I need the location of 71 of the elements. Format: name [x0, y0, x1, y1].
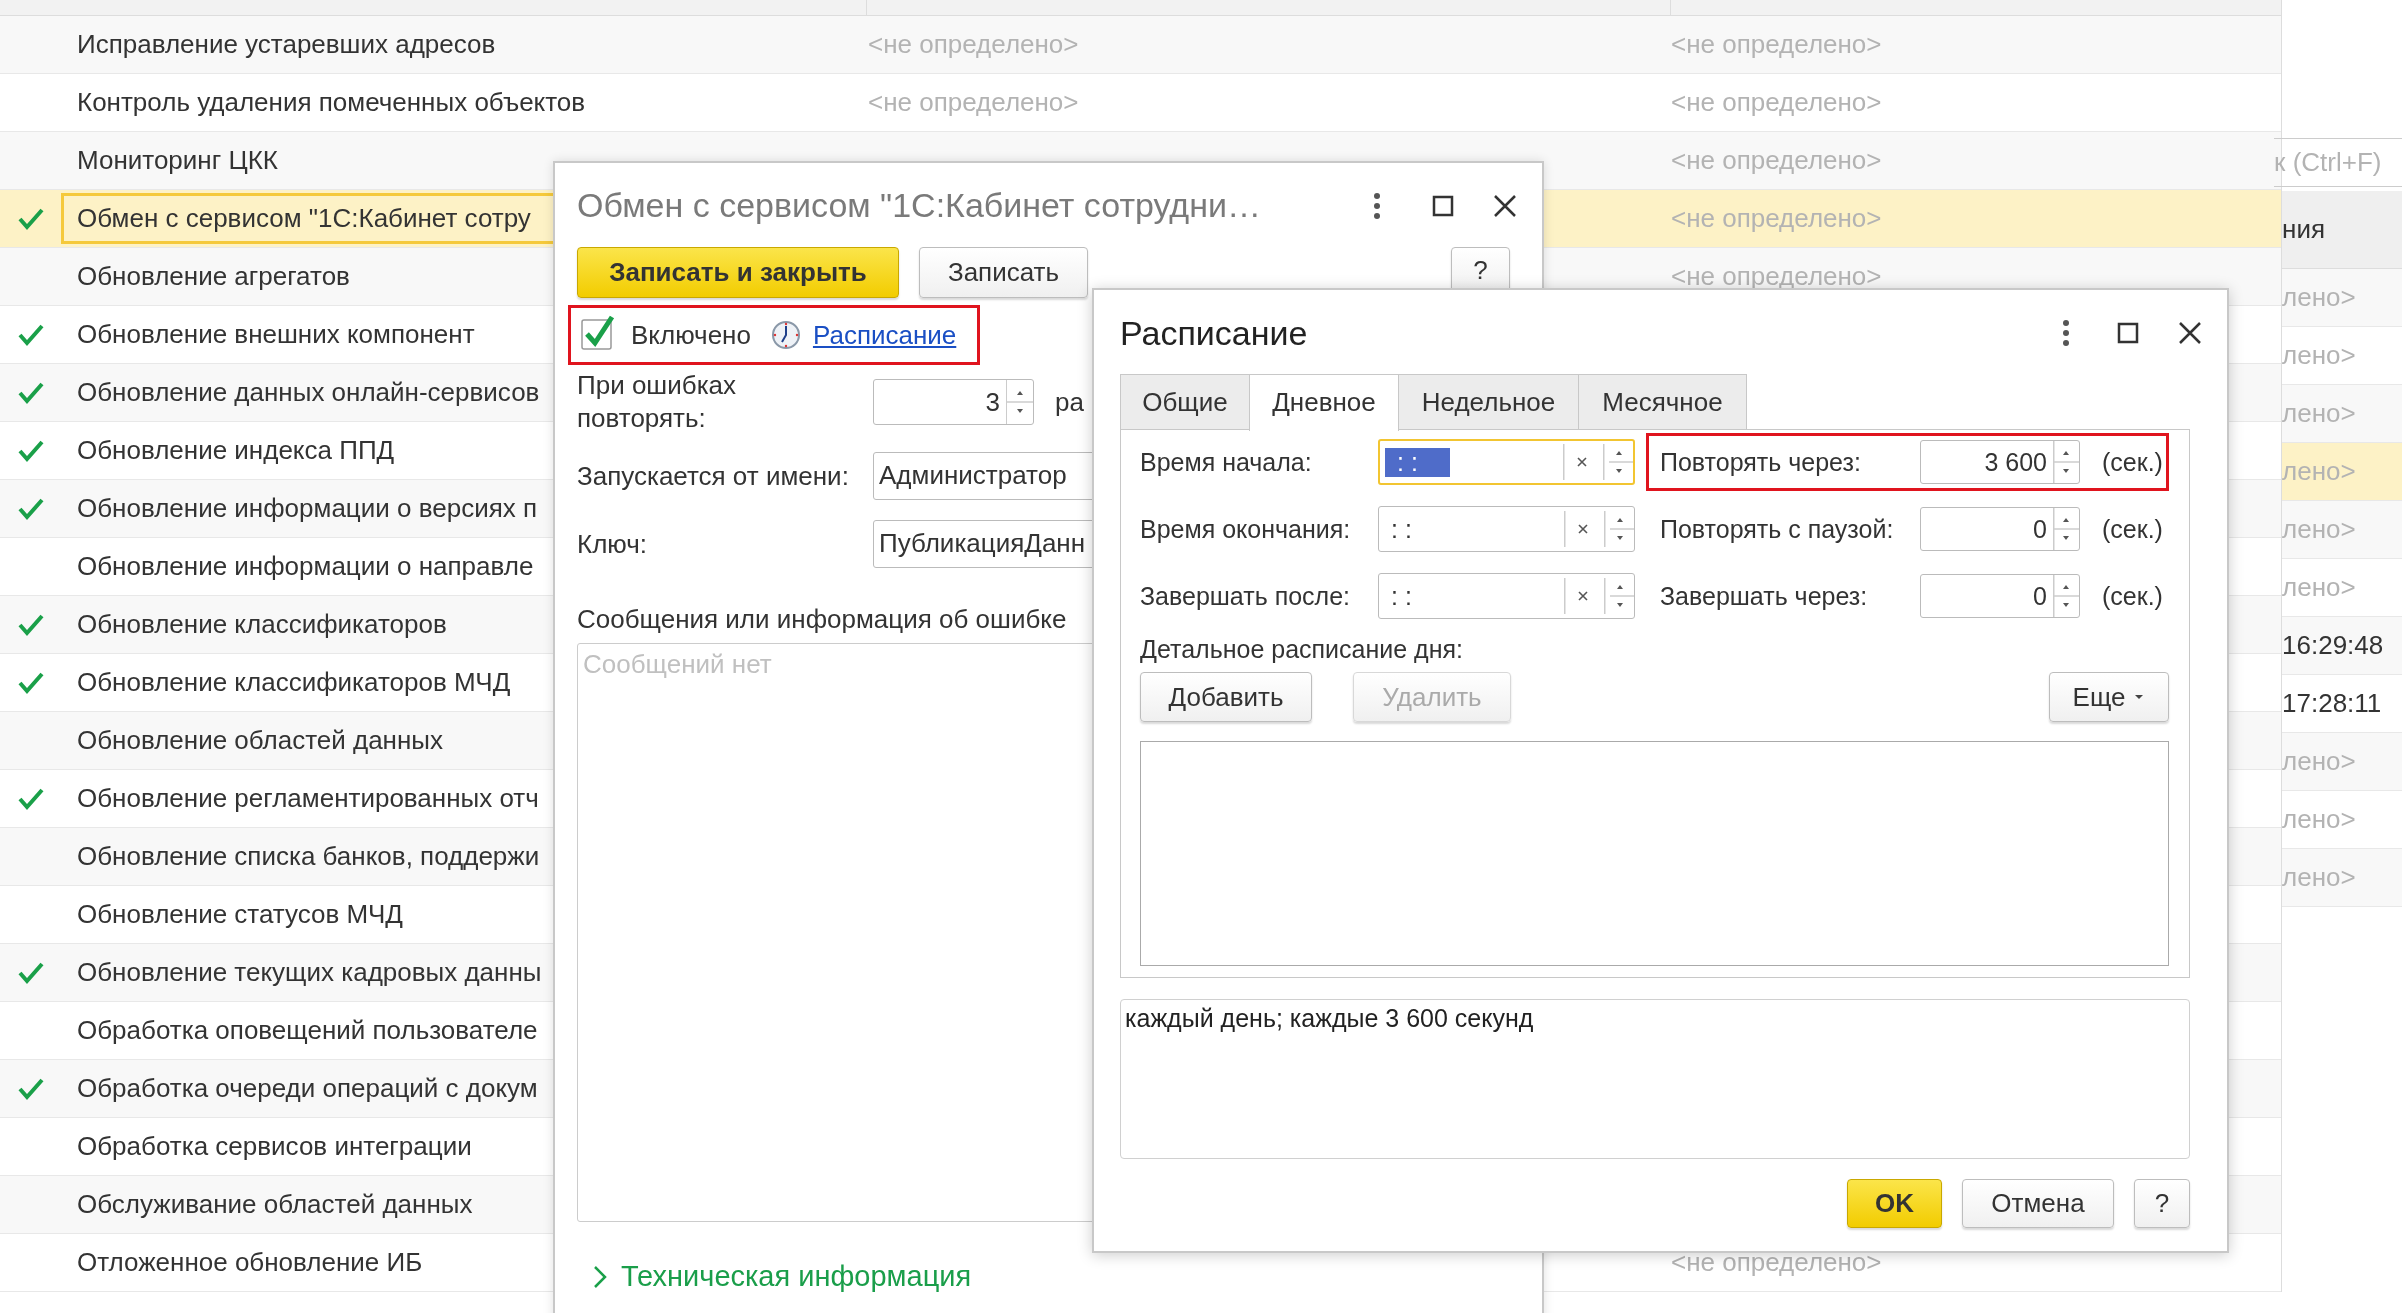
field-label: Ключ: [577, 528, 648, 560]
table-cell: лено> [2282, 862, 2356, 892]
field-label: Завершать после: [1140, 581, 1352, 611]
table-cell: лено> [2282, 514, 2356, 544]
table-cell: <не определено> [1671, 261, 1882, 291]
table-cell: лено> [2282, 804, 2356, 834]
table-cell: лено> [2282, 572, 2356, 602]
field-label: При ошибках повторять: [577, 369, 738, 435]
number-field[interactable]: 3 600 [1920, 440, 2080, 484]
schedule-link[interactable]: Расписание [812, 319, 957, 351]
table-cell: лено> [2282, 456, 2356, 486]
tab[interactable]: Дневное [1249, 374, 1399, 431]
spinner-icon[interactable] [2053, 441, 2079, 483]
close-icon[interactable] [1493, 194, 1517, 218]
spinner-icon[interactable] [2052, 508, 2079, 550]
tab[interactable]: Месячное [1578, 374, 1747, 429]
field-label: Сообщения или информация об ошибке [577, 604, 1068, 635]
unit-label: ра [1055, 386, 1084, 418]
toolbar-button[interactable]: Записать и закрыть [577, 247, 899, 298]
checkbox-label[interactable]: Включено [631, 319, 751, 351]
number-field[interactable]: 3 [873, 379, 1034, 425]
dialog-button[interactable]: Отмена [1962, 1179, 2114, 1228]
dialog-title: Расписание [1120, 313, 1308, 354]
tab[interactable]: Недельное [1398, 374, 1579, 429]
unit-label: (сек.) [2101, 514, 2163, 544]
tab[interactable]: Общие [1120, 374, 1250, 429]
clock-icon [770, 320, 801, 350]
unit-label: (сек.) [2102, 447, 2163, 477]
field-label: Время начала: [1140, 447, 1313, 477]
number-field[interactable]: 0 [1919, 574, 2080, 618]
maximize-icon[interactable] [1432, 195, 1454, 217]
number-field[interactable]: 0 [1919, 507, 2080, 551]
table-cell[interactable]: Исправление устаревших адресов [61, 19, 850, 70]
caret-icon [2133, 693, 2146, 701]
chevron-icon[interactable] [591, 1263, 609, 1290]
field-label: Повторять с паузой: [1659, 514, 1895, 544]
table-cell: лено> [2282, 398, 2356, 428]
field-label: Время окончания: [1140, 514, 1352, 544]
table-cell: <не определено> [1671, 29, 1882, 59]
table-cell: 16:29:48 [2282, 630, 2384, 660]
dialog-button[interactable]: ? [2134, 1179, 2190, 1228]
more-icon[interactable] [1371, 191, 1383, 221]
table-cell: <не определено> [1671, 203, 1882, 233]
table-cell[interactable]: Контроль удаления помеченных объектов [61, 77, 850, 128]
table-cell: лено> [2282, 282, 2356, 312]
time-field[interactable]: : : [1378, 439, 1635, 485]
field-label: Повторять через: [1660, 447, 1862, 477]
table-cell: 17:28:11 [2282, 688, 2382, 718]
summary-field: каждый день; каждые 3 600 секунд [1120, 999, 2190, 1159]
time-field[interactable]: : : [1378, 573, 1635, 619]
toolbar-button[interactable]: Записать [919, 247, 1088, 298]
spinner-icon[interactable] [2052, 575, 2079, 617]
maximize-icon[interactable] [2117, 322, 2139, 344]
table-cell: <не определено> [1671, 145, 1882, 175]
table-cell: <не определено> [1671, 87, 1882, 117]
spinner-icon[interactable] [1006, 380, 1033, 424]
table-cell: <не определено> [868, 87, 1079, 117]
table-cell: лено> [2282, 746, 2356, 776]
list-button[interactable]: Добавить [1140, 672, 1312, 722]
table-cell: <не определено> [1671, 1247, 1882, 1277]
table-cell: <не определено> [868, 29, 1079, 59]
column-header: ния [2282, 191, 2402, 269]
table-cell: лено> [2282, 340, 2356, 370]
close-icon[interactable] [2178, 321, 2202, 345]
field-label: Завершать через: [1659, 581, 1869, 611]
dialog-button[interactable]: OK [1847, 1179, 1942, 1228]
more-icon[interactable] [2060, 318, 2072, 348]
unit-label: (сек.) [2101, 581, 2163, 611]
field-label: Запускается от имени: [577, 460, 850, 492]
time-field[interactable]: : : [1378, 506, 1635, 552]
more-button[interactable]: Еще [2049, 672, 2169, 722]
